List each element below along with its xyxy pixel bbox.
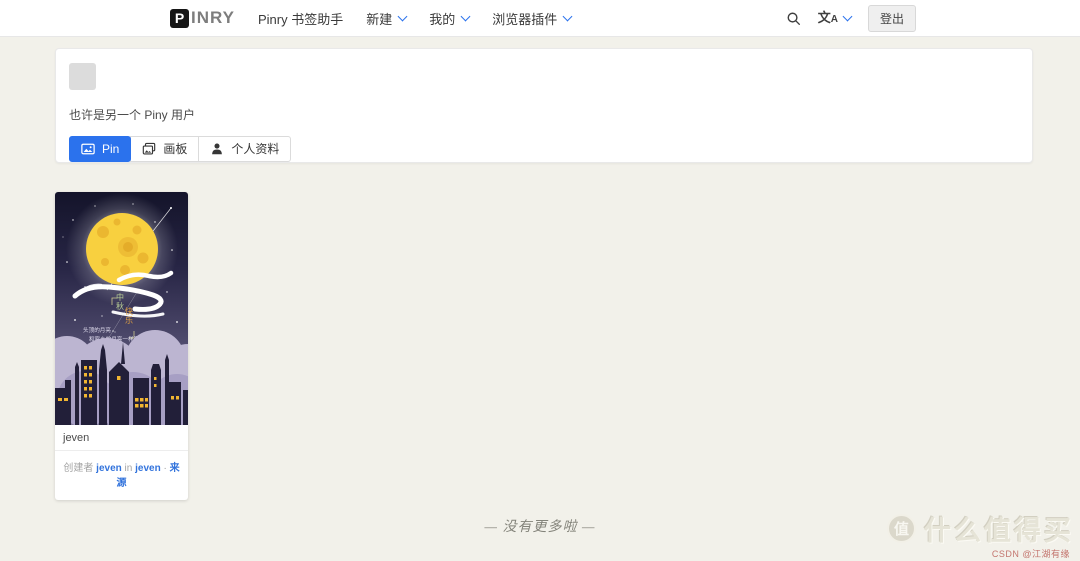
nav-item-mine[interactable]: 我的: [429, 9, 471, 28]
csdn-credit: CSDN @江湖有缘: [991, 549, 1070, 559]
pin-image-mid-autumn-moon[interactable]: 中秋 快乐 头顶的月亮 和家乡的月亮一样圆: [55, 192, 188, 425]
tab-label: 个人资料: [231, 142, 280, 156]
nav-item-label: Pinry 书签助手: [258, 11, 344, 27]
logout-button[interactable]: 登出: [867, 4, 916, 32]
boards-icon: [142, 142, 156, 156]
profile-card: 也许是另一个 Piny 用户 Pin 画板 个人资料: [55, 48, 1033, 163]
tab-pins[interactable]: Pin: [69, 136, 132, 163]
svg-text:头顶的月亮: 头顶的月亮: [83, 326, 111, 334]
created-by-label: 创建者: [63, 463, 94, 474]
avatar: [69, 63, 96, 90]
navbar-left-group: P INRY Pinry 书签助手 新建 我的 浏览器插件: [170, 8, 573, 28]
translate-icon: 文A: [817, 10, 838, 25]
top-navbar: P INRY Pinry 书签助手 新建 我的 浏览器插件 文A 登出: [0, 0, 1080, 37]
nav-item-browser-plugin[interactable]: 浏览器插件: [492, 9, 573, 28]
pin-card: 中秋 快乐 头顶的月亮 和家乡的月亮一样圆: [55, 192, 188, 500]
in-label: in: [124, 463, 133, 474]
nav-item-label: 我的: [429, 11, 456, 27]
smzdm-brand-text: 什么值得买: [924, 516, 1074, 546]
search-icon[interactable]: [786, 11, 801, 26]
nav-item-bookmark-helper[interactable]: Pinry 书签助手: [258, 9, 343, 28]
smzdm-watermark: 值 什么值得买: [887, 509, 1074, 548]
smzdm-badge-icon: 值: [887, 514, 916, 543]
separator: ·: [163, 463, 167, 474]
svg-text:快乐: 快乐: [125, 306, 134, 325]
creator-link[interactable]: jeven: [96, 463, 122, 474]
chevron-down-icon: [460, 11, 471, 21]
pinry-logo[interactable]: P INRY: [170, 8, 235, 28]
image-icon: [81, 142, 95, 156]
tab-label: Pin: [102, 142, 120, 156]
navbar-right-group: 文A 登出: [786, 4, 916, 32]
pinry-logo-p: P: [170, 8, 189, 28]
svg-text:中秋: 中秋: [116, 292, 125, 311]
pinry-logo-text: INRY: [191, 8, 235, 27]
chevron-down-icon: [397, 11, 408, 21]
chevron-down-icon: [562, 11, 573, 21]
tab-boards[interactable]: 画板: [130, 136, 200, 163]
chevron-down-icon: [842, 11, 853, 21]
tab-profile[interactable]: 个人资料: [198, 136, 292, 163]
language-switcher[interactable]: 文A: [817, 10, 853, 25]
pin-footer: 创建者 jeven in jeven · 来源: [55, 450, 188, 500]
profile-subtitle: 也许是另一个 Piny 用户: [69, 108, 196, 122]
nav-item-label: 新建: [366, 11, 393, 27]
pin-description: jeven: [63, 432, 90, 444]
board-link[interactable]: jeven: [135, 463, 161, 474]
tab-label: 画板: [163, 142, 188, 156]
nav-item-label: 浏览器插件: [492, 11, 558, 27]
person-icon: [210, 142, 224, 156]
profile-tab-group: Pin 画板 个人资料: [69, 136, 292, 163]
nav-item-new[interactable]: 新建: [366, 9, 408, 28]
